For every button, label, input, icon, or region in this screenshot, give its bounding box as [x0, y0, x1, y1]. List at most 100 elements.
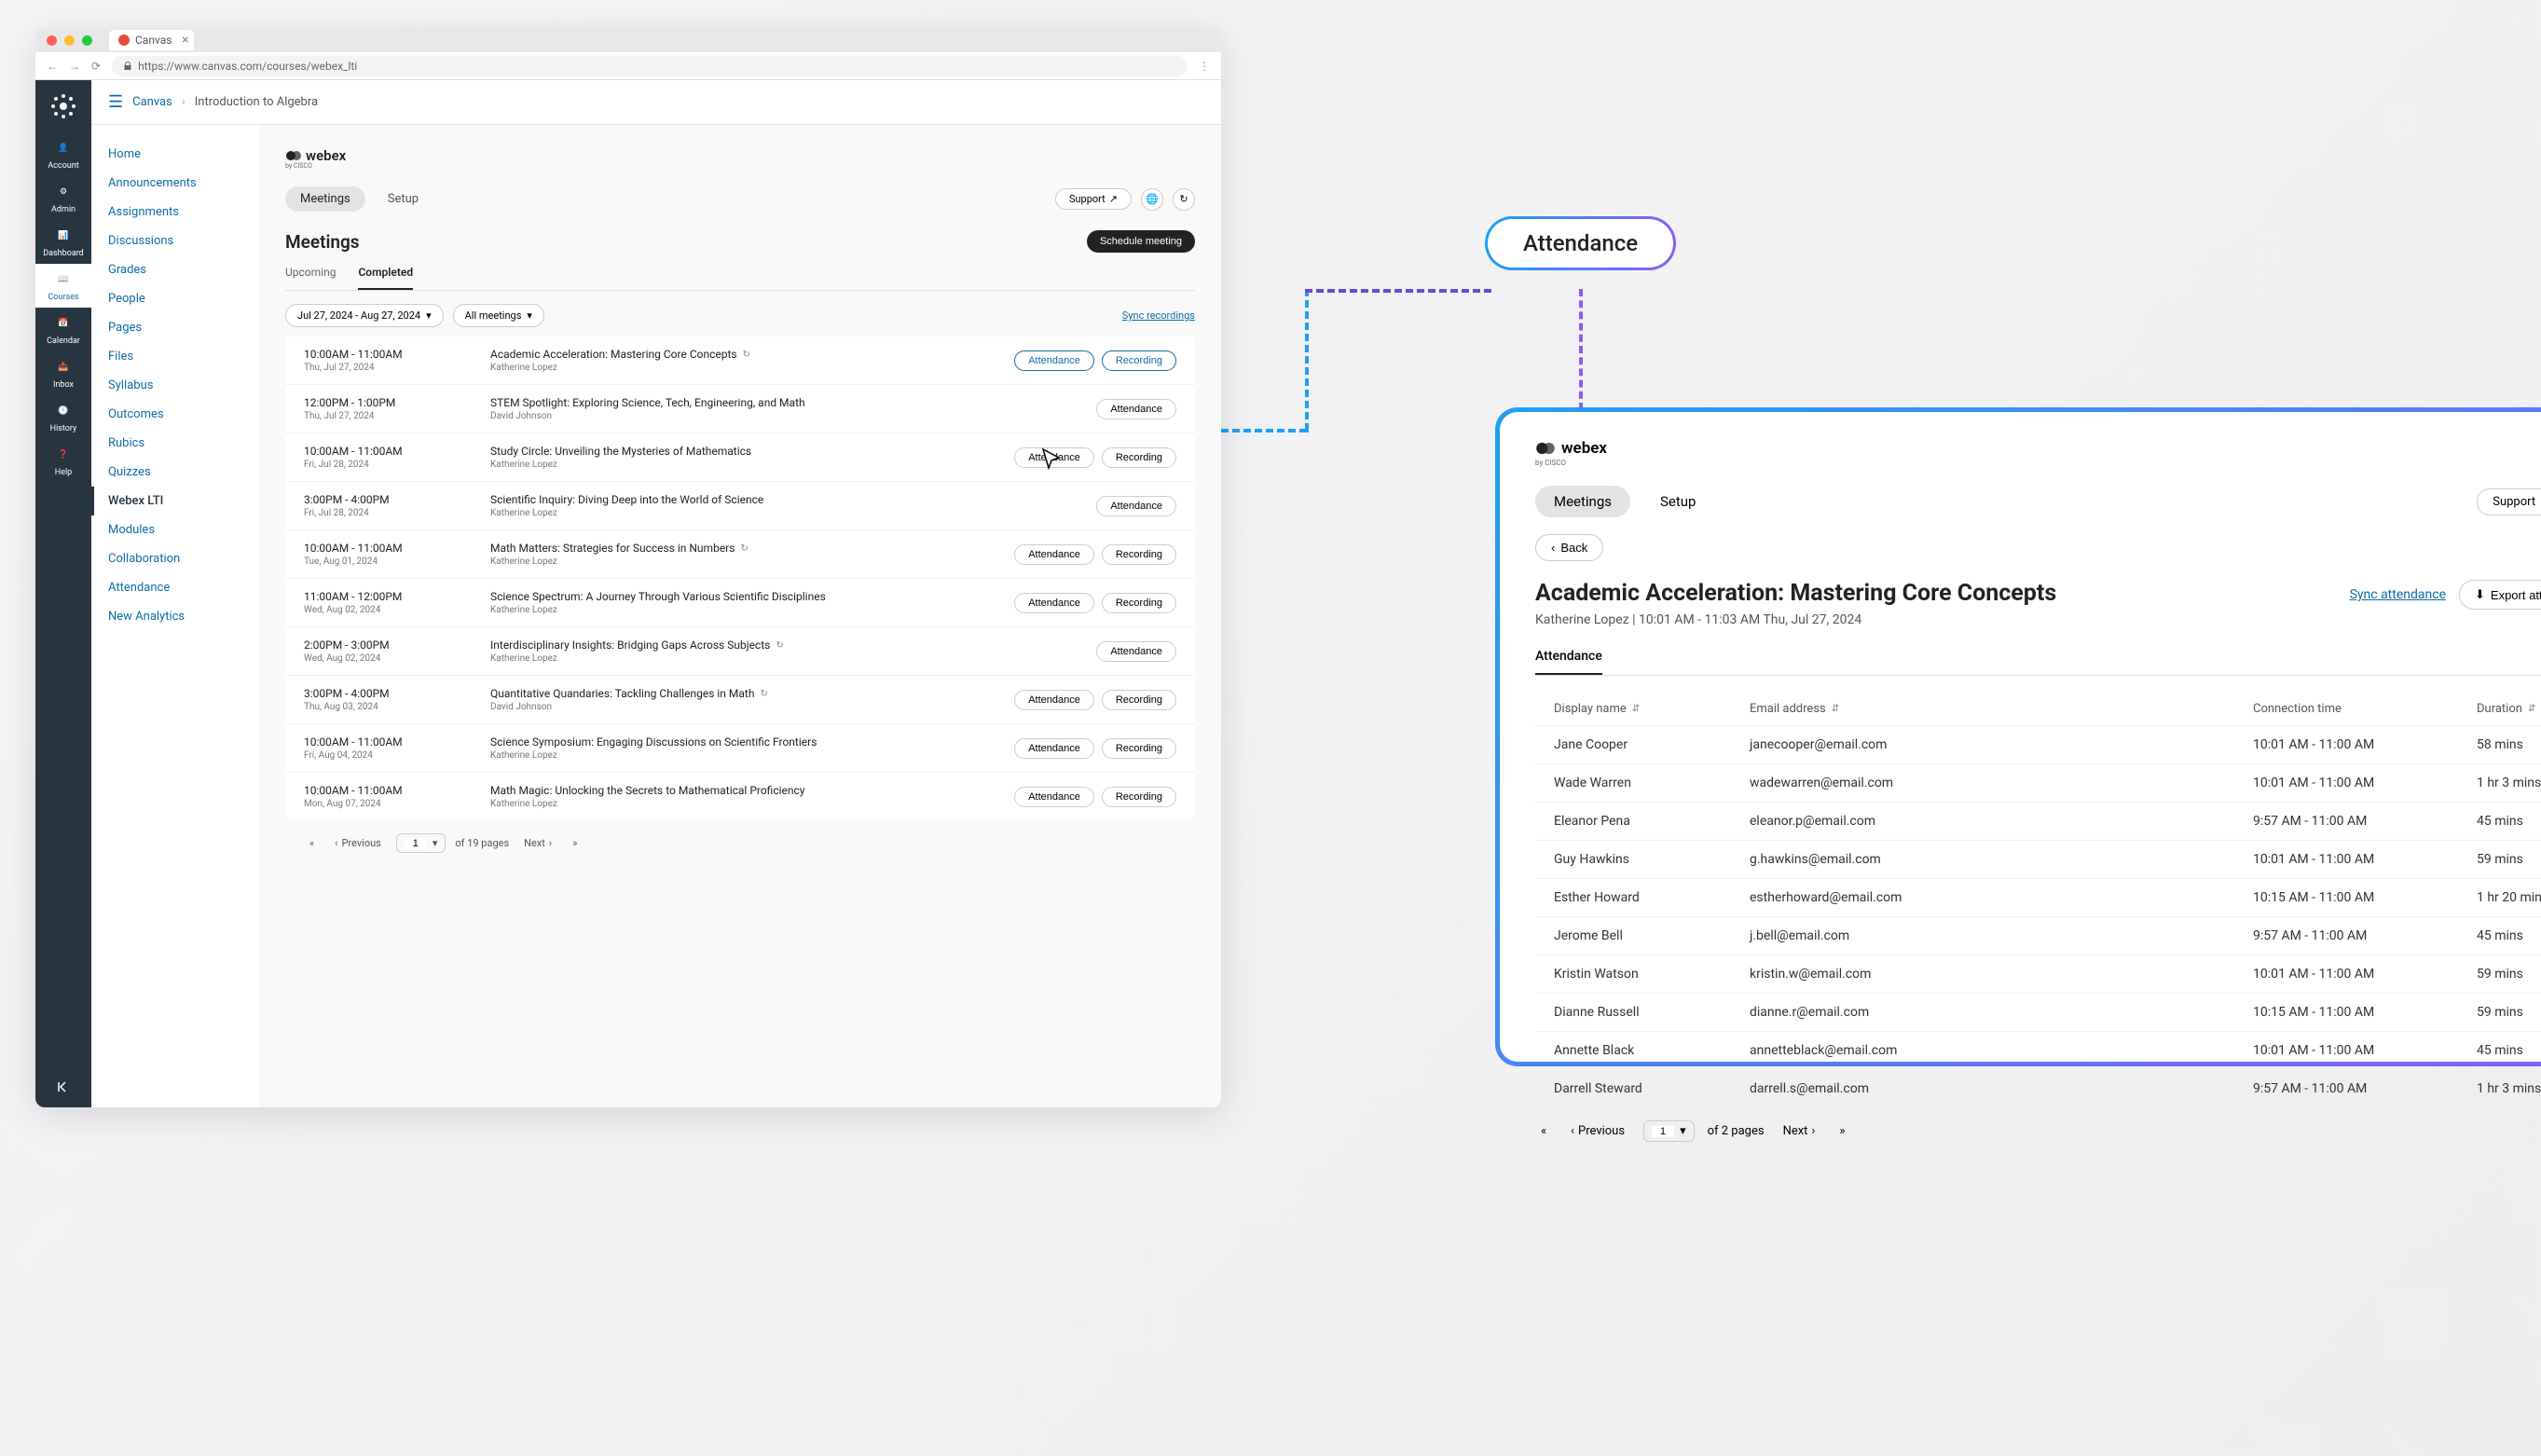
- hamburger-icon[interactable]: ☰: [108, 92, 123, 112]
- global-nav-dashboard[interactable]: 📊Dashboard: [35, 220, 91, 264]
- subtab-upcoming[interactable]: Upcoming: [285, 266, 336, 290]
- recording-button[interactable]: Recording: [1102, 447, 1176, 468]
- th-duration[interactable]: Duration⇵: [2477, 702, 2541, 716]
- attendee-name: Jane Cooper: [1554, 737, 1750, 752]
- global-nav-admin[interactable]: ⚙Admin: [35, 176, 91, 220]
- attendee-connection: 10:01 AM - 11:00 AM: [2253, 776, 2477, 790]
- course-nav-rubics[interactable]: Rubics: [91, 429, 259, 458]
- back-button[interactable]: ‹ Back: [1535, 534, 1603, 561]
- refresh-icon[interactable]: ↻: [1173, 188, 1195, 211]
- maximize-window[interactable]: [82, 35, 92, 46]
- page-input[interactable]: ▾: [396, 833, 446, 853]
- course-nav-quizzes[interactable]: Quizzes: [91, 458, 259, 487]
- course-nav-home[interactable]: Home: [91, 140, 259, 169]
- attendance-button[interactable]: Attendance: [1014, 544, 1094, 565]
- ap-last-page-icon[interactable]: »: [1834, 1122, 1850, 1140]
- recording-button[interactable]: Recording: [1102, 544, 1176, 565]
- global-nav-inbox[interactable]: 📥Inbox: [35, 351, 91, 395]
- first-page-icon[interactable]: «: [304, 835, 320, 851]
- canvas-logo[interactable]: [47, 89, 80, 123]
- ap-page-number-input[interactable]: [1652, 1126, 1674, 1137]
- attendance-button[interactable]: Attendance: [1096, 496, 1176, 516]
- url-bar: ← → ⟳ https://www.canvas.com/courses/web…: [35, 52, 1221, 80]
- course-nav-assignments[interactable]: Assignments: [91, 198, 259, 227]
- attendance-button[interactable]: Attendance: [1096, 641, 1176, 662]
- globe-icon[interactable]: 🌐: [1141, 188, 1163, 211]
- th-name[interactable]: Display name⇵: [1554, 702, 1750, 716]
- course-nav-people[interactable]: People: [91, 284, 259, 313]
- global-nav-calendar[interactable]: 📅Calendar: [35, 308, 91, 351]
- tab-setup[interactable]: Setup: [373, 186, 433, 212]
- ap-first-page-icon[interactable]: «: [1535, 1122, 1552, 1140]
- tab-meetings[interactable]: Meetings: [285, 186, 365, 212]
- tab-close-icon[interactable]: ×: [182, 33, 188, 48]
- close-window[interactable]: [47, 35, 57, 46]
- forward-icon[interactable]: →: [69, 60, 80, 73]
- attendance-button[interactable]: Attendance: [1014, 593, 1094, 613]
- recording-button[interactable]: Recording: [1102, 690, 1176, 710]
- last-page-icon[interactable]: »: [567, 835, 583, 851]
- url-field[interactable]: https://www.canvas.com/courses/webex_lti: [112, 56, 1188, 76]
- course-nav-collaboration[interactable]: Collaboration: [91, 544, 259, 573]
- minimize-window[interactable]: [64, 35, 75, 46]
- next-page-button[interactable]: Next ›: [518, 835, 557, 851]
- course-nav-syllabus[interactable]: Syllabus: [91, 371, 259, 400]
- recording-button[interactable]: Recording: [1102, 787, 1176, 807]
- page-count: of 19 pages: [455, 837, 509, 849]
- global-nav-history[interactable]: 🕓History: [35, 395, 91, 439]
- sync-attendance-link[interactable]: Sync attendance: [2350, 587, 2446, 602]
- support-button[interactable]: Support ↗: [1055, 188, 1132, 210]
- course-nav-webex-lti[interactable]: Webex LTI: [91, 487, 259, 515]
- recording-button[interactable]: Recording: [1102, 350, 1176, 371]
- th-email[interactable]: Email address⇵: [1750, 702, 2253, 716]
- course-nav-discussions[interactable]: Discussions: [91, 227, 259, 255]
- course-nav-pages[interactable]: Pages: [91, 313, 259, 342]
- page-number-input[interactable]: [405, 838, 427, 849]
- meeting-host: Katherine Lopez: [490, 653, 1096, 664]
- attendee-connection: 10:01 AM - 11:00 AM: [2253, 737, 2477, 752]
- chevron-down-icon: ▾: [426, 309, 432, 322]
- prev-page-button[interactable]: ‹ Previous: [329, 835, 387, 851]
- course-nav-new-analytics[interactable]: New Analytics: [91, 602, 259, 631]
- ap-next-page-button[interactable]: Next ›: [1778, 1122, 1821, 1140]
- attendee-duration: 59 mins: [2477, 852, 2541, 867]
- schedule-meeting-button[interactable]: Schedule meeting: [1087, 230, 1195, 253]
- menu-icon[interactable]: ⋮: [1199, 60, 1210, 73]
- back-icon[interactable]: ←: [47, 60, 58, 73]
- ap-page-input[interactable]: ▾: [1643, 1120, 1695, 1142]
- meeting-title: Scientific Inquiry: Diving Deep into the…: [490, 493, 1096, 506]
- attendance-button[interactable]: Attendance: [1096, 399, 1176, 419]
- attendee-email: annetteblack@email.com: [1750, 1043, 2253, 1058]
- courses-icon: 📖: [53, 269, 74, 290]
- ap-subtab-attendance[interactable]: Attendance: [1535, 649, 1602, 675]
- ap-tab-meetings[interactable]: Meetings: [1535, 486, 1630, 517]
- recording-button[interactable]: Recording: [1102, 593, 1176, 613]
- browser-tab[interactable]: Canvas ×: [109, 30, 194, 50]
- course-nav-files[interactable]: Files: [91, 342, 259, 371]
- course-nav-grades[interactable]: Grades: [91, 255, 259, 284]
- attendance-button[interactable]: Attendance: [1014, 738, 1094, 759]
- ap-support-button[interactable]: Support ↗: [2477, 488, 2541, 515]
- date-filter[interactable]: Jul 27, 2024 - Aug 27, 2024 ▾: [285, 304, 444, 327]
- attendance-button[interactable]: Attendance: [1014, 350, 1094, 371]
- course-nav-outcomes[interactable]: Outcomes: [91, 400, 259, 429]
- help-icon: ❓: [53, 445, 74, 465]
- global-nav-help[interactable]: ❓Help: [35, 439, 91, 483]
- collapse-nav-icon[interactable]: [54, 1078, 73, 1096]
- course-nav-announcements[interactable]: Announcements: [91, 169, 259, 198]
- attendance-button[interactable]: Attendance: [1014, 787, 1094, 807]
- reload-icon[interactable]: ⟳: [91, 60, 101, 73]
- course-nav-modules[interactable]: Modules: [91, 515, 259, 544]
- sync-recordings-link[interactable]: Sync recordings: [1122, 309, 1195, 322]
- subtab-completed[interactable]: Completed: [358, 266, 413, 290]
- ap-prev-page-button[interactable]: ‹ Previous: [1565, 1122, 1630, 1140]
- breadcrumb-canvas[interactable]: Canvas: [132, 95, 172, 109]
- ap-tab-setup[interactable]: Setup: [1641, 486, 1714, 517]
- course-nav-attendance[interactable]: Attendance: [91, 573, 259, 602]
- meeting-filter[interactable]: All meetings ▾: [453, 304, 544, 327]
- global-nav-account[interactable]: 👤Account: [35, 132, 91, 176]
- global-nav-courses[interactable]: 📖Courses: [35, 264, 91, 308]
- recording-button[interactable]: Recording: [1102, 738, 1176, 759]
- export-attendance-button[interactable]: ⬇ Export attendance report: [2459, 580, 2541, 610]
- attendance-button[interactable]: Attendance: [1014, 690, 1094, 710]
